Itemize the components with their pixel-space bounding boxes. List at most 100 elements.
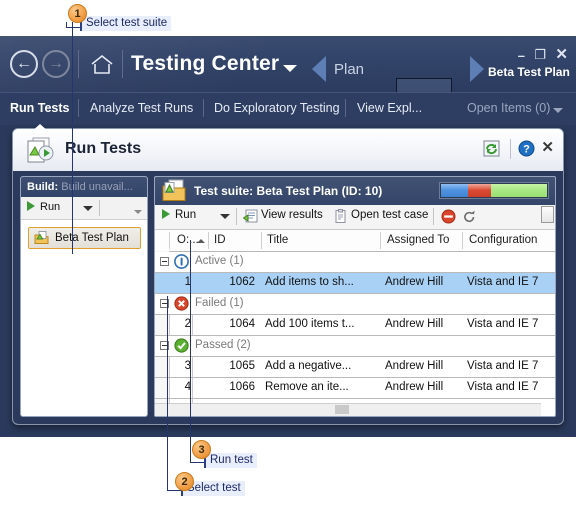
callout-pointer-1 — [72, 22, 73, 254]
dialog-close-icon[interactable]: ✕ — [541, 138, 554, 156]
row-title: Add items to sh... — [265, 276, 354, 288]
header-divider-2[interactable] — [261, 232, 262, 249]
suite-item-beta-test-plan[interactable]: Beta Test Plan — [28, 227, 141, 249]
breadcrumb-plan-name[interactable]: Beta Test Plan — [488, 65, 570, 79]
open-test-case-button[interactable]: Open test case — [351, 209, 428, 221]
open-items-label[interactable]: Open Items (0) — [467, 101, 550, 115]
run-tests-icon — [26, 137, 56, 164]
collapse-icon[interactable] — [160, 257, 169, 266]
left-run-chevron-down-icon[interactable] — [83, 206, 93, 211]
run-button-chevron-down-icon[interactable] — [220, 214, 230, 219]
chevron-down-icon[interactable] — [283, 65, 297, 72]
open-items-chevron-down-icon[interactable] — [553, 108, 563, 113]
group-row-active[interactable]: Active (1) — [155, 252, 555, 273]
tab-test[interactable]: Test — [396, 78, 452, 92]
breadcrumb-plan[interactable]: Plan — [334, 61, 364, 78]
test-suite-folder-icon — [34, 231, 49, 245]
status-passed-icon — [174, 338, 189, 353]
table-row[interactable]: 4 1066 Remove an ite... Andrew Hill Vist… — [155, 378, 555, 399]
help-icon[interactable]: ? — [518, 140, 535, 157]
callout-label-1: Select test suite — [80, 16, 172, 31]
horizontal-scrollbar[interactable] — [155, 403, 541, 416]
column-header-configuration[interactable]: Configuration — [469, 234, 537, 246]
titlebar-divider-1 — [78, 50, 79, 78]
menu-item-do-exploratory-testing[interactable]: Do Exploratory Testing — [214, 101, 340, 115]
close-button[interactable]: ✕ — [555, 45, 568, 63]
column-header-assigned-to[interactable]: Assigned To — [387, 234, 449, 246]
dialog-body: Build: Build unavail... Run Beta Test Pl… — [13, 171, 563, 424]
callout-pointer-2 — [167, 296, 168, 490]
svg-text:?: ? — [523, 144, 530, 156]
callout-bubble-2: 2 — [175, 472, 194, 491]
callout-leader-2-h — [167, 490, 181, 491]
menu-item-analyze-test-runs[interactable]: Analyze Test Runs — [90, 101, 193, 115]
table-row[interactable]: 2 1064 Add 100 items t... Andrew Hill Vi… — [155, 315, 555, 336]
menu-divider-2 — [203, 99, 204, 117]
callout-bubble-3: 3 — [192, 440, 211, 459]
column-header-id[interactable]: ID — [214, 234, 226, 246]
view-results-button[interactable]: View results — [261, 209, 323, 221]
toolbar-divider-1 — [236, 208, 237, 225]
test-suite-pane: Build: Build unavail... Run Beta Test Pl… — [20, 176, 148, 417]
menu-item-view-expl[interactable]: View Expl... — [357, 101, 422, 115]
home-icon[interactable] — [90, 54, 114, 75]
block-icon[interactable] — [441, 209, 456, 224]
header-divider-3[interactable] — [380, 232, 381, 249]
app-titlebar: ← → Testing Center Plan Test Beta Test P… — [0, 36, 576, 92]
row-id: 1065 — [229, 360, 255, 372]
row-id: 1062 — [229, 276, 255, 288]
test-list-pane: Test suite: Beta Test Plan (ID: 10) Run — [154, 176, 556, 417]
row-configuration: Vista and IE 7 — [467, 276, 539, 288]
active-tab-pointer — [30, 124, 50, 133]
back-arrow-icon[interactable]: ← — [10, 50, 38, 78]
left-toolbar-divider — [99, 200, 100, 216]
column-header-order[interactable]: O:... — [177, 234, 199, 246]
play-icon — [27, 201, 35, 211]
progress-segment-active — [441, 184, 468, 197]
callout-pointer-3 — [190, 240, 191, 462]
group-row-passed[interactable]: Passed (2) — [155, 336, 555, 357]
left-run-button[interactable]: Run — [27, 201, 60, 213]
minimize-button[interactable]: – — [518, 48, 525, 63]
table-row[interactable]: 3 1065 Add a negative... Andrew Hill Vis… — [155, 357, 555, 378]
row-title: Remove an ite... — [265, 381, 349, 393]
breadcrumb-chevron-left[interactable] — [312, 56, 326, 82]
run-button[interactable]: Run — [162, 209, 196, 221]
build-header: Build: Build unavail... — [21, 177, 147, 197]
toolbar-overflow-icon[interactable] — [134, 210, 142, 214]
titlebar-divider-2 — [122, 50, 123, 78]
view-results-icon — [242, 209, 258, 224]
callout-label-3: Run test — [204, 453, 257, 468]
vertical-scroll-button[interactable] — [541, 206, 554, 223]
group-row-label: Active (1) — [195, 255, 244, 267]
run-button-label: Run — [175, 209, 197, 221]
play-icon — [162, 209, 170, 219]
reset-icon[interactable] — [462, 209, 477, 224]
maximize-button[interactable]: ❐ — [534, 47, 546, 63]
test-list-toolbar: Run View results Open test case — [155, 205, 555, 230]
horizontal-scroll-thumb[interactable] — [335, 405, 349, 414]
forward-arrow-icon[interactable]: → — [42, 50, 70, 78]
row-title: Add 100 items t... — [265, 318, 355, 330]
column-header-title[interactable]: Title — [267, 234, 288, 246]
testing-center-window: ← → Testing Center Plan Test Beta Test P… — [0, 36, 576, 437]
dialog-header: Run Tests ? ✕ — [13, 129, 563, 172]
test-progress-bar — [440, 183, 548, 198]
header-divider-1[interactable] — [208, 232, 209, 249]
open-test-case-icon — [333, 209, 348, 224]
build-label: Build: — [27, 181, 59, 193]
menu-item-run-tests[interactable]: Run Tests — [10, 101, 70, 115]
row-configuration: Vista and IE 7 — [467, 318, 539, 330]
progress-segment-failed — [467, 184, 491, 197]
refresh-icon[interactable] — [483, 140, 500, 157]
breadcrumb-chevron-right[interactable] — [470, 56, 484, 82]
table-row[interactable]: 1 1062 Add items to sh... Andrew Hill Vi… — [155, 273, 555, 294]
test-suite-header: Test suite: Beta Test Plan (ID: 10) — [155, 177, 555, 205]
progress-segment-passed — [490, 184, 547, 197]
status-active-icon — [174, 254, 189, 269]
row-id: 1064 — [229, 318, 255, 330]
group-row-failed[interactable]: Failed (1) — [155, 294, 555, 315]
callout-leader-3-h — [190, 462, 204, 463]
header-divider-4[interactable] — [462, 232, 463, 249]
row-assigned-to: Andrew Hill — [385, 360, 444, 372]
